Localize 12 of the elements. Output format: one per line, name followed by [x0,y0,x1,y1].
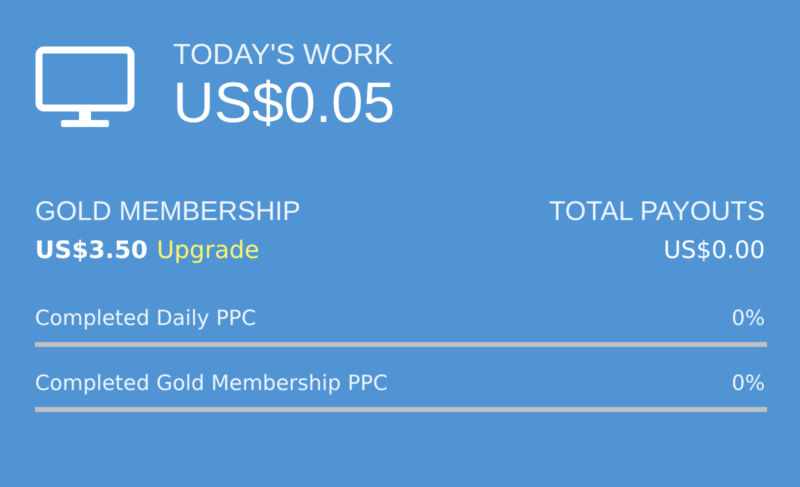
progress-label: Completed Daily PPC [35,305,256,332]
payouts-title: TOTAL PAYOUTS [548,195,765,228]
section-title: TODAY'S WORK [173,38,394,72]
progress-label: Completed Gold Membership PPC [35,370,388,397]
progress-reading: 0% [732,370,765,397]
upgrade-link[interactable]: Upgrade [156,234,260,266]
monitor-icon [35,46,135,130]
membership-price: US$3.50 [35,235,148,266]
payouts-amount: US$0.00 [663,235,765,266]
progress-reading: 0% [732,305,765,332]
membership-title: GOLD MEMBERSHIP [35,195,301,228]
earnings-amount: US$0.05 [173,72,395,134]
